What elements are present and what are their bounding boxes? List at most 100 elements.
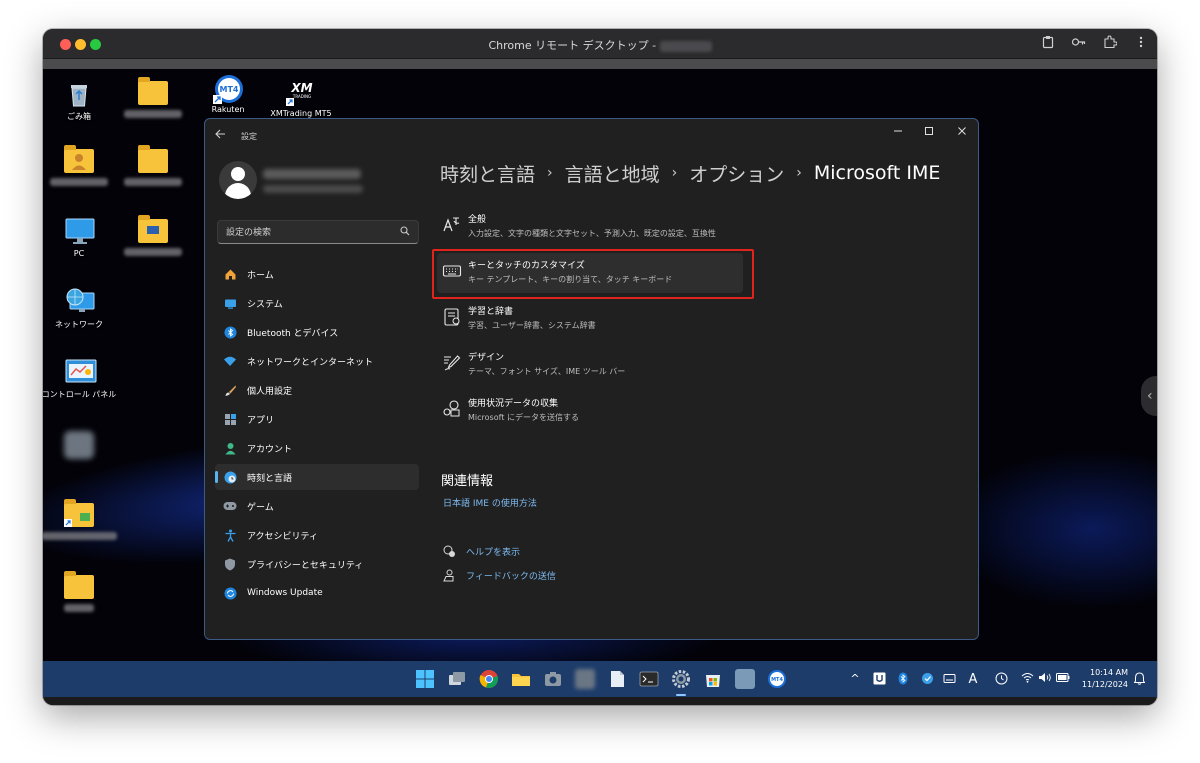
sidebar-item-windows-update[interactable]: Windows Update (215, 580, 419, 606)
file-explorer-icon[interactable] (511, 669, 531, 689)
option-usage-data[interactable]: 使用状況データの収集 Microsoft にデータを送信する (437, 391, 743, 431)
folder-icon (138, 145, 168, 173)
settings-gear-icon[interactable] (671, 669, 691, 689)
dictionary-icon (442, 307, 462, 327)
store-icon[interactable] (703, 669, 723, 689)
redacted-label (124, 248, 182, 256)
terminal-icon[interactable] (639, 669, 659, 689)
mt4-icon[interactable]: MT4 (767, 669, 787, 689)
option-learning-dictionary[interactable]: 学習と辞書 学習、ユーザー辞書、システム辞書 (437, 299, 743, 339)
folder-icon (64, 571, 94, 599)
svg-text:MT4: MT4 (771, 677, 783, 683)
maximize-button[interactable] (918, 125, 940, 143)
close-button[interactable] (951, 125, 973, 143)
control-panel-desktop-icon[interactable]: コントロール パネル (43, 357, 119, 400)
sidebar-item-apps[interactable]: アプリ (215, 406, 419, 432)
show-hidden-icons-icon[interactable]: ^ (847, 672, 863, 685)
display-tray-icon[interactable] (941, 672, 957, 688)
avatar[interactable] (219, 161, 257, 199)
volume-tray-icon[interactable] (1037, 672, 1053, 686)
option-general[interactable]: 全般 入力設定、文字の種類と文字セット、予測入力、既定の設定、互換性 (437, 207, 743, 247)
rakuten-mt4-desktop-icon[interactable]: MT4 Rakuten (188, 73, 268, 114)
shield-icon (223, 557, 237, 571)
blurred-app-icon[interactable] (735, 669, 755, 689)
camera-icon[interactable] (543, 669, 563, 689)
notification-bell-icon[interactable] (1131, 672, 1147, 688)
redacted-hostname (659, 40, 712, 52)
settings-search-box[interactable] (217, 220, 419, 244)
sidebar-item-time-language[interactable]: 時刻と言語 (215, 464, 419, 490)
sidebar-item-accounts[interactable]: アカウント (215, 435, 419, 461)
bluetooth-icon (223, 325, 237, 339)
svg-text:XM: XM (290, 81, 312, 95)
breadcrumb-options[interactable]: オプション (689, 160, 784, 187)
task-view-icon[interactable] (447, 669, 467, 689)
blurred-app-icon[interactable] (575, 669, 595, 689)
feedback-icon (442, 568, 456, 582)
network-desktop-icon[interactable]: ネットワーク (43, 287, 119, 330)
globe-clock-icon (223, 470, 237, 484)
wifi-icon (223, 354, 237, 368)
user-folder-icon (64, 145, 94, 173)
back-arrow-icon[interactable] (215, 128, 226, 142)
accessibility-icon (223, 528, 237, 542)
sidebar-item-network[interactable]: ネットワークとインターネット (215, 348, 419, 374)
pc-icon (64, 217, 95, 245)
settings-app-title: 設定 (241, 132, 257, 141)
u-tray-icon[interactable] (871, 672, 887, 688)
folder-desktop-icon[interactable] (43, 571, 119, 612)
active-app-indicator (676, 694, 686, 696)
folder-desktop-icon[interactable] (113, 77, 193, 118)
option-design[interactable]: デザイン テーマ、フォント サイズ、IME ツール バー (437, 345, 743, 385)
clock-tray-icon[interactable] (993, 672, 1009, 688)
sidebar-item-accessibility[interactable]: アクセシビリティ (215, 522, 419, 548)
battery-tray-icon[interactable] (1055, 672, 1071, 685)
shortcut-folder-desktop-icon[interactable] (43, 499, 119, 540)
chrome-icon[interactable] (479, 669, 499, 689)
bluetooth-tray-icon[interactable] (895, 672, 911, 688)
more-menu-icon[interactable] (1132, 35, 1150, 53)
search-input[interactable] (226, 225, 391, 240)
ime-usage-link[interactable]: 日本語 IME の使用方法 (443, 496, 537, 509)
sidebar-item-privacy[interactable]: プライバシーとセキュリティ (215, 551, 419, 577)
extension-icon[interactable] (1101, 35, 1119, 53)
sidebar-item-personalization[interactable]: 個人用設定 (215, 377, 419, 403)
folder-desktop-icon[interactable] (113, 215, 193, 256)
folder-desktop-icon[interactable] (113, 145, 193, 186)
sidebar-item-system[interactable]: システム (215, 290, 419, 316)
clock-date: 11/12/2024 (1081, 680, 1128, 689)
key-icon[interactable] (1070, 35, 1088, 53)
sidebar-item-gaming[interactable]: ゲーム (215, 493, 419, 519)
sidebar-item-bluetooth[interactable]: Bluetooth とデバイス (215, 319, 419, 345)
clock-time: 10:14 AM (1090, 668, 1128, 677)
breadcrumb-time-language[interactable]: 時刻と言語 (440, 160, 535, 187)
window-title: Chrome リモート デスクトップ - (43, 37, 1157, 53)
windows-desktop: ごみ箱 MT4 Rakuten XMTRADING XMTrading MT5 (43, 69, 1157, 661)
home-icon (223, 267, 237, 281)
search-icon[interactable] (400, 226, 410, 239)
breadcrumb-language-region[interactable]: 言語と地域 (565, 160, 660, 187)
user-folder-desktop-icon[interactable] (43, 145, 119, 186)
window-bottom-edge (43, 697, 1157, 705)
taskbar-clock[interactable]: 10:14 AM 11/12/2024 (1078, 667, 1128, 691)
wifi-tray-icon[interactable] (1019, 672, 1035, 686)
windows-start-icon[interactable] (415, 669, 435, 689)
breadcrumb-separator: › (671, 165, 678, 181)
clipboard-icon[interactable] (1039, 35, 1057, 53)
shield-tray-icon[interactable] (919, 672, 935, 688)
xm-trading-desktop-icon[interactable]: XM TRADING XMTrading MT5 (261, 77, 341, 118)
minimize-button[interactable] (887, 125, 909, 143)
send-feedback-link[interactable]: フィードバックの送信 (442, 567, 556, 583)
pc-desktop-icon[interactable]: PC (43, 217, 119, 258)
ime-mode-indicator[interactable]: A (965, 672, 981, 687)
remote-side-panel-handle[interactable]: ‹ (1141, 376, 1157, 416)
notepad-icon[interactable] (607, 669, 627, 689)
redacted-user-email (263, 185, 363, 193)
related-info-heading: 関連情報 (441, 474, 494, 489)
remote-toolbar-strip[interactable] (43, 59, 1157, 69)
sidebar-item-home[interactable]: ホーム (215, 261, 419, 287)
get-help-link[interactable]: ヘルプを表示 (442, 543, 520, 559)
mt4-shortcut-icon: MT4 (213, 73, 243, 104)
recycle-bin-desktop-icon[interactable]: ごみ箱 (43, 79, 119, 122)
blurred-desktop-icon[interactable] (43, 431, 119, 459)
